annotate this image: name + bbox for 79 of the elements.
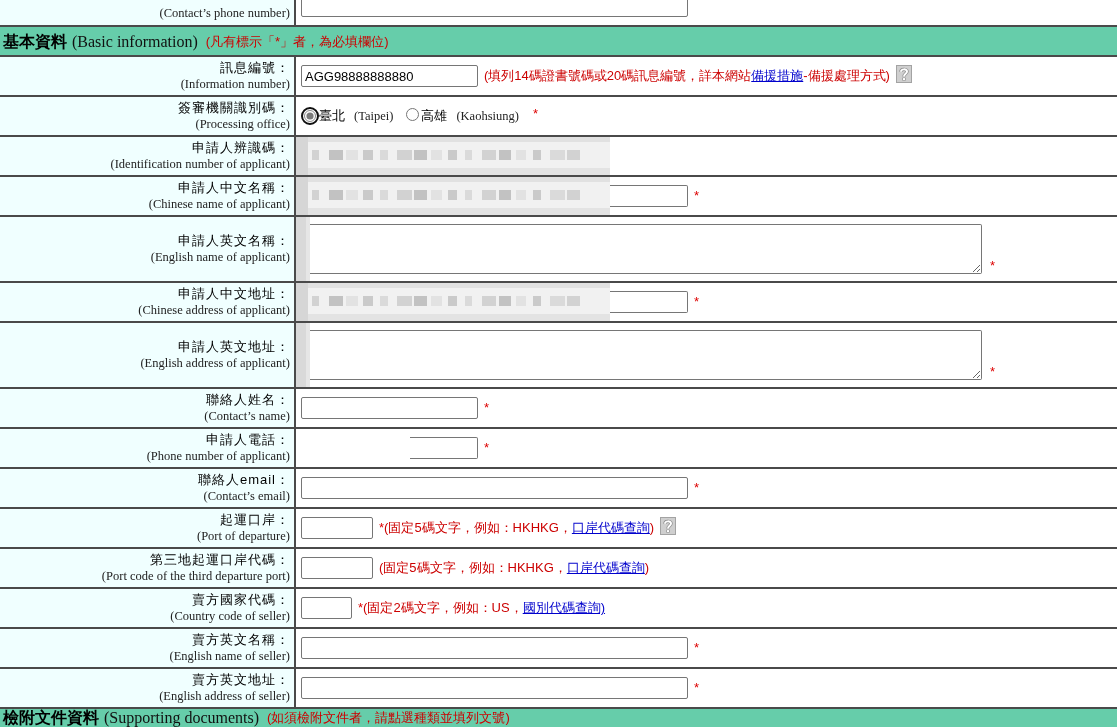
- input-field[interactable]: [610, 291, 688, 313]
- section-title-english: (Supporting documents): [104, 709, 260, 726]
- required-mark: *: [484, 441, 490, 455]
- field-label-english: (Port code of the third departure port): [101, 568, 290, 585]
- required-mark: *: [358, 601, 364, 615]
- textarea-field[interactable]: [310, 224, 982, 274]
- required-mark: *: [694, 295, 700, 309]
- input-field[interactable]: [301, 477, 688, 499]
- input-field[interactable]: AGG98888888880: [301, 65, 478, 87]
- input-field[interactable]: [301, 637, 688, 659]
- field-label: 申請人電話：: [206, 431, 290, 448]
- field-label: 第三地起運口岸代碼：: [150, 551, 290, 568]
- field-label-english: (Processing office): [195, 116, 290, 133]
- input-field[interactable]: [301, 557, 373, 579]
- section-note: (如須檢附文件者，請點選種類並填列文號): [267, 709, 510, 726]
- field-label: 訊息編號：: [220, 59, 290, 76]
- section-title: 基本資料: [3, 32, 67, 50]
- field-label: 申請人英文地址：: [178, 338, 290, 355]
- field-label-english: (English name of applicant): [150, 249, 290, 266]
- input-field[interactable]: [301, 397, 478, 419]
- field-label-english: (Country code of seller): [170, 608, 290, 625]
- text-link[interactable]: 口岸代碼查詢: [571, 520, 650, 536]
- field-label: 申請人辨識碼：: [192, 139, 290, 156]
- field-label: 聯絡人姓名：: [206, 391, 290, 408]
- hint-text: (填列14碼證書號碼或20碼訊息編號，詳本網站備援措施-備援處理方式): [484, 67, 890, 86]
- field-label: 賣方英文地址：: [192, 671, 290, 688]
- field-label-english: (English name of seller): [169, 648, 290, 665]
- help-icon[interactable]: [895, 65, 912, 83]
- field-label-english: (Contact’s email): [203, 488, 290, 505]
- field-label: 申請人中文地址：: [178, 285, 290, 302]
- hint-text: (固定2碼文字，例如：US，國別代碼查詢): [363, 599, 606, 618]
- field-label: 申請人英文名稱：: [178, 232, 290, 249]
- input-field[interactable]: [610, 185, 688, 207]
- required-mark: *: [484, 401, 490, 415]
- radio-button[interactable]: [406, 108, 420, 121]
- section-title-english: (Basic information): [72, 32, 198, 50]
- text-link[interactable]: 備援措施: [751, 68, 804, 84]
- required-mark: *: [379, 521, 385, 535]
- field-label: 申請人中文名稱：: [178, 179, 290, 196]
- textarea-field[interactable]: [310, 330, 982, 380]
- hint-text: (固定5碼文字，例如：HKHKG，口岸代碼查詢): [379, 559, 650, 578]
- field-label-english: (Chinese name of applicant): [148, 196, 290, 213]
- field-label: 賣方國家代碼：: [192, 591, 290, 608]
- required-mark: *: [694, 481, 700, 495]
- option-label: 臺北: [319, 107, 345, 126]
- option-label-english: (Taipei): [354, 107, 394, 125]
- field-label-english: (Identification number of applicant): [110, 156, 290, 173]
- option-label: 高雄: [421, 107, 448, 126]
- field-label-english: (English address of seller): [159, 688, 290, 705]
- required-mark: *: [990, 365, 996, 379]
- field-label: 賣方英文名稱：: [192, 631, 290, 648]
- required-mark: *: [694, 641, 700, 655]
- field-label-english: (Port of departure): [196, 528, 290, 545]
- field-label: 起運口岸：: [220, 511, 290, 528]
- section-note: (凡有標示「*」者，為必填欄位): [205, 32, 389, 50]
- required-mark: *: [694, 681, 700, 695]
- field-label: 聯絡人email：: [197, 471, 290, 488]
- option-label-english: (Kaohsiung): [456, 107, 519, 125]
- required-mark: *: [990, 259, 996, 273]
- field-label: 簽審機關識別碼：: [178, 99, 290, 116]
- field-label-english: (English address of applicant): [140, 355, 290, 372]
- hint-text: (固定5碼文字，例如：HKHKG，口岸代碼查詢): [384, 519, 655, 538]
- field-label-english: (Contact’s phone number): [159, 5, 290, 22]
- field-label-english: (Information number): [180, 76, 290, 93]
- text-link[interactable]: 口岸代碼查詢: [566, 560, 645, 576]
- input-field[interactable]: [410, 437, 478, 459]
- field-label-english: (Chinese address of applicant): [138, 302, 290, 319]
- required-mark: *: [694, 189, 700, 203]
- input-field[interactable]: [301, 597, 352, 619]
- text-link[interactable]: 國別代碼查詢): [522, 600, 606, 616]
- required-mark: *: [532, 107, 538, 121]
- help-icon[interactable]: [660, 517, 677, 535]
- input-field[interactable]: [301, 0, 688, 17]
- field-label-english: (Phone number of applicant): [146, 448, 290, 465]
- radio-button[interactable]: [301, 107, 319, 125]
- section-title: 檢附文件資料: [3, 709, 99, 726]
- input-field[interactable]: [301, 517, 373, 539]
- field-label-english: (Contact’s name): [204, 408, 290, 425]
- input-field[interactable]: [301, 677, 688, 699]
